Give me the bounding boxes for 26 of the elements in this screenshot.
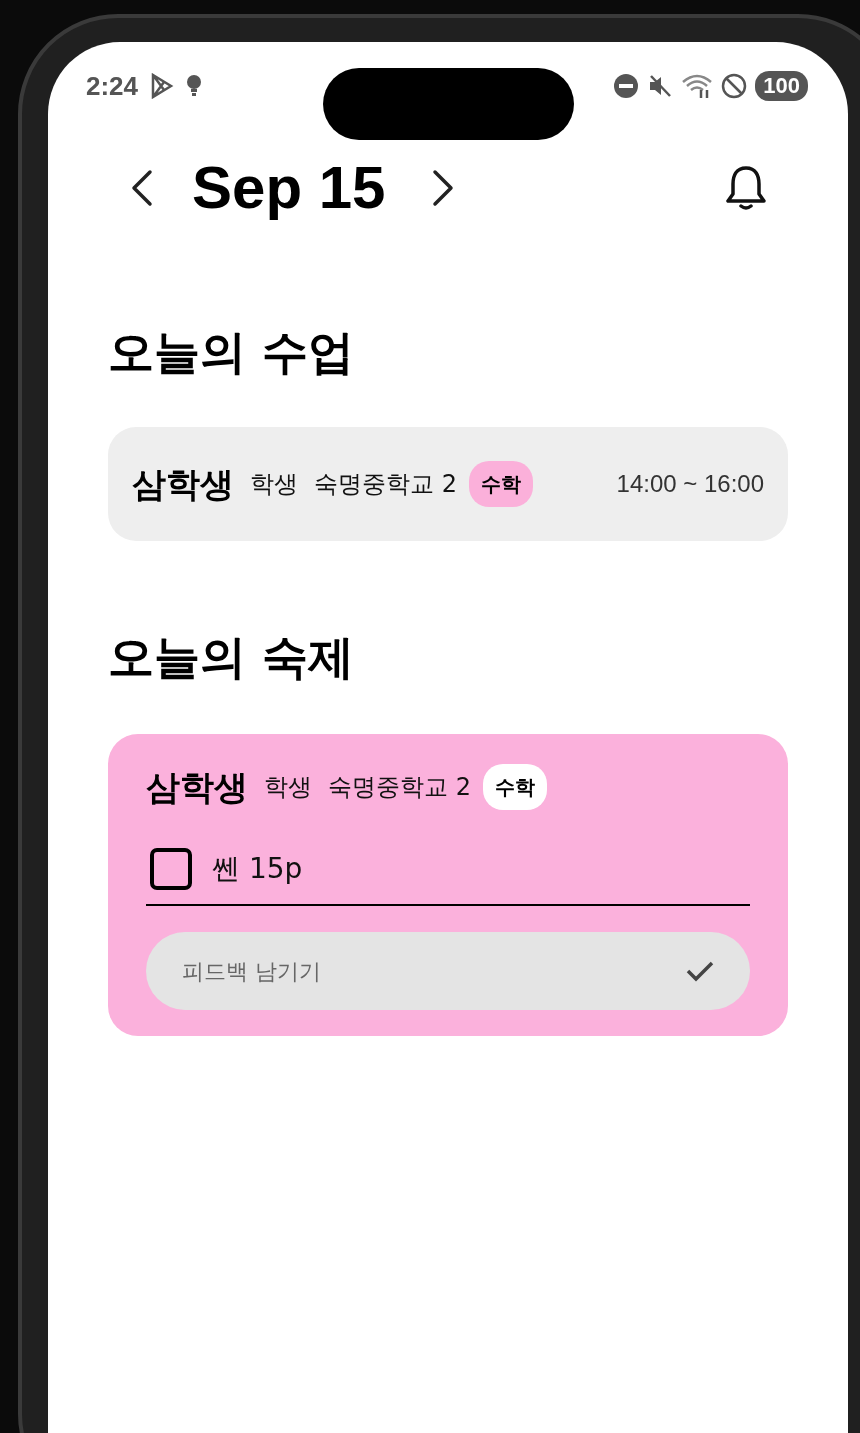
class-card[interactable]: 삼학생 학생 숙명중학교 2 수학 14:00 ~ 16:00 [108, 427, 788, 541]
task-checkbox[interactable] [150, 848, 192, 890]
wifi-icon [681, 72, 714, 100]
subject-tag: 수학 [482, 764, 547, 810]
bell-icon[interactable] [724, 164, 768, 212]
do-not-disturb-icon [613, 73, 640, 99]
role-label: 학생 [264, 772, 312, 803]
student-name: 삼학생 [132, 467, 234, 501]
task-label: 쎈 15p [212, 851, 303, 887]
section-title: 오늘의 숙제 [108, 629, 355, 686]
role-label: 학생 [250, 469, 298, 500]
battery-indicator: 100 [755, 71, 808, 101]
student-name: 삼학생 [146, 770, 248, 804]
lightbulb-icon [186, 74, 203, 98]
school-label: 숙명중학교 2 [314, 469, 457, 500]
subject-tag: 수학 [468, 461, 533, 507]
muted-speaker-icon [647, 73, 674, 99]
play-triangle-icon [150, 73, 175, 99]
class-time: 14:00 ~ 16:00 [616, 469, 764, 499]
checkmark-icon[interactable] [686, 960, 714, 982]
date-title: Sep 15 [192, 153, 386, 223]
section-title: 오늘의 수업 [108, 324, 355, 381]
feedback-field[interactable]: 피드백 남기기 [146, 932, 750, 1010]
status-time: 2:24 [86, 69, 139, 103]
blocked-icon [721, 73, 748, 99]
school-label: 숙명중학교 2 [328, 772, 471, 803]
